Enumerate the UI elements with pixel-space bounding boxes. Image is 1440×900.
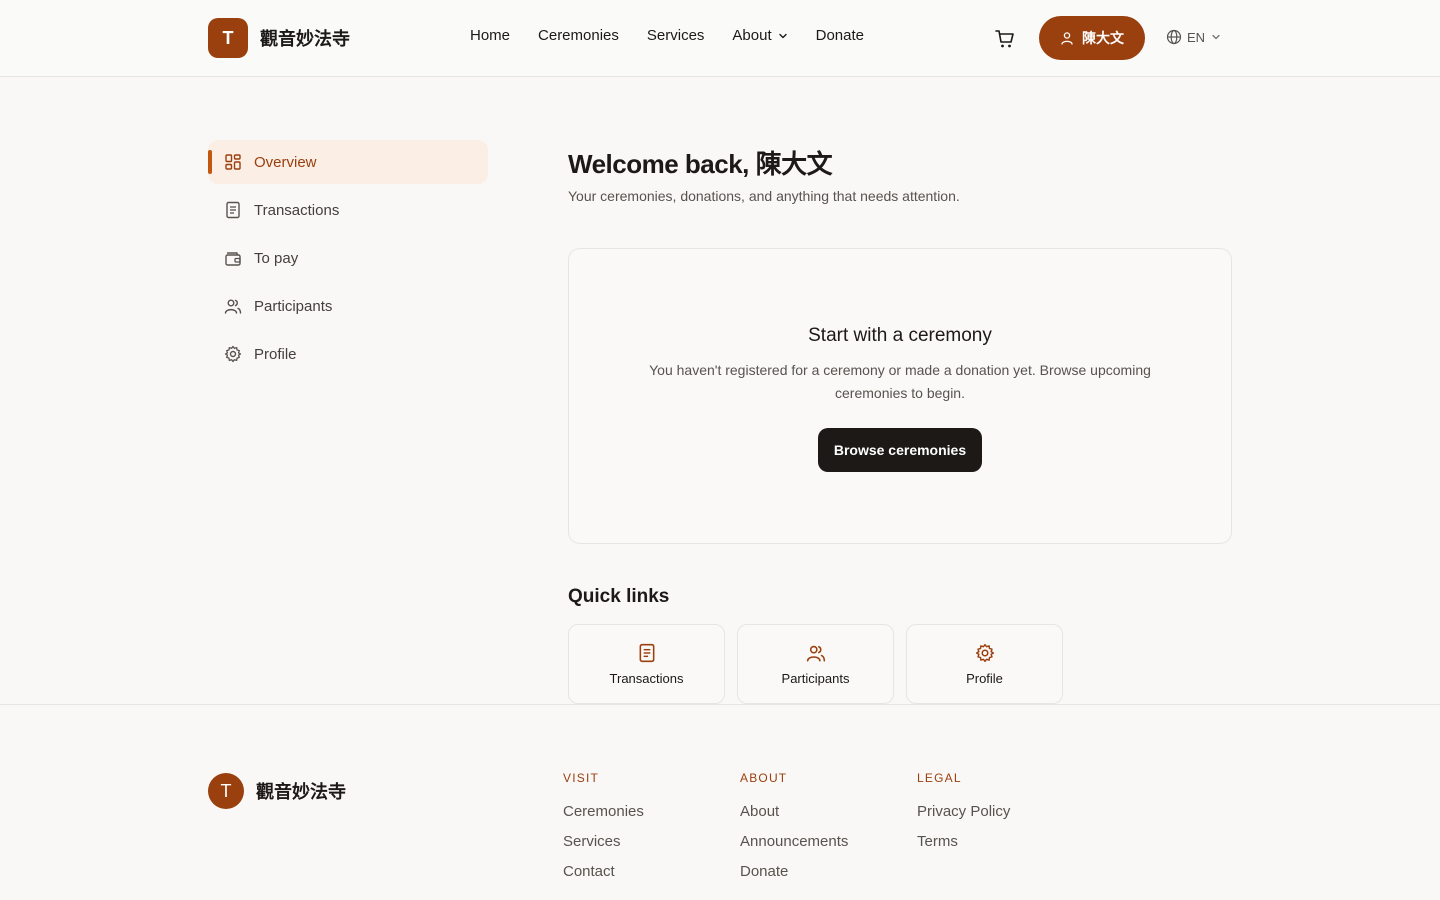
quick-links-grid: Transactions Participants Profile	[568, 624, 1075, 704]
sidebar-item-overview[interactable]: Overview	[208, 140, 488, 184]
brand-logo-link[interactable]: T 觀音妙法寺	[208, 18, 350, 58]
quick-links-title: Quick links	[568, 586, 670, 607]
sidebar-item-label: Transactions	[254, 201, 340, 219]
quick-link-label: Transactions	[609, 670, 684, 686]
user-icon	[1061, 32, 1073, 45]
footer-column-visit: VISIT Ceremonies Services Contact	[563, 771, 644, 893]
footer-link-about[interactable]: About	[740, 803, 848, 820]
sidebar-item-to-pay[interactable]: To pay	[208, 236, 488, 280]
footer-column-about: ABOUT About Announcements Donate	[740, 771, 848, 893]
quick-link-participants[interactable]: Participants	[737, 624, 894, 704]
nav-home[interactable]: Home	[470, 27, 510, 44]
language-switcher[interactable]: EN	[1166, 29, 1221, 45]
empty-state-text: You haven't registered for a ceremony or…	[649, 362, 1151, 401]
footer-column-title: ABOUT	[740, 771, 788, 785]
footer-link-services[interactable]: Services	[563, 833, 644, 850]
chevron-down-icon	[778, 33, 787, 38]
footer-link-terms[interactable]: Terms	[917, 833, 1010, 850]
chevron-down-icon	[1212, 34, 1220, 40]
sidebar-item-label: Overview	[254, 153, 317, 171]
quick-link-profile[interactable]: Profile	[906, 624, 1063, 704]
footer-link-privacy-policy[interactable]: Privacy Policy	[917, 803, 1010, 820]
logo-badge: T	[208, 18, 248, 58]
cart-icon[interactable]	[994, 28, 1016, 50]
receipt-icon	[226, 201, 240, 219]
nav-about-label: About	[732, 27, 772, 44]
user-name: 陳大文	[1082, 30, 1124, 46]
empty-state-title: Start with a ceremony	[808, 325, 992, 346]
nav-about[interactable]: About	[732, 27, 787, 44]
footer-column-title: VISIT	[563, 771, 600, 785]
sidebar-item-label: Participants	[254, 297, 333, 315]
users-icon	[224, 299, 242, 314]
sidebar-item-participants[interactable]: Participants	[208, 284, 488, 328]
user-menu-button[interactable]: 陳大文	[1039, 16, 1145, 60]
nav-ceremonies[interactable]: Ceremonies	[538, 27, 619, 44]
logo-badge: T	[208, 773, 244, 809]
footer-brand-link[interactable]: T 觀音妙法寺	[208, 773, 346, 809]
page-title: Welcome back, 陳大文	[568, 149, 833, 179]
receipt-icon	[639, 643, 654, 662]
users-icon	[806, 645, 825, 662]
globe-icon	[1166, 29, 1182, 45]
footer-link-donate[interactable]: Donate	[740, 863, 848, 880]
sidebar-item-label: To pay	[254, 249, 299, 267]
main-nav: Home Ceremonies Services About Donate	[470, 27, 892, 44]
grid-icon	[225, 154, 241, 170]
nav-donate[interactable]: Donate	[816, 27, 864, 44]
nav-services[interactable]: Services	[647, 27, 705, 44]
brand-name: 觀音妙法寺	[260, 29, 350, 49]
gear-icon	[224, 345, 242, 363]
site-header: T 觀音妙法寺 Home Ceremonies Services About D…	[0, 0, 1440, 77]
sidebar-item-profile[interactable]: Profile	[208, 332, 488, 376]
brand-name: 觀音妙法寺	[256, 782, 346, 802]
wallet-icon	[225, 252, 241, 266]
browse-ceremonies-button[interactable]: Browse ceremonies	[817, 428, 983, 472]
quick-link-label: Profile	[966, 670, 1003, 686]
sidebar-item-transactions[interactable]: Transactions	[208, 188, 488, 232]
language-label: EN	[1187, 29, 1206, 45]
footer-column-legal: LEGAL Privacy Policy Terms	[917, 771, 1010, 863]
page-subtitle: Your ceremonies, donations, and anything…	[568, 188, 960, 204]
footer-link-ceremonies[interactable]: Ceremonies	[563, 803, 644, 820]
site-footer: T 觀音妙法寺 VISIT Ceremonies Services Contac…	[0, 704, 1440, 900]
quick-link-transactions[interactable]: Transactions	[568, 624, 725, 704]
footer-link-announcements[interactable]: Announcements	[740, 833, 848, 850]
quick-link-label: Participants	[781, 670, 850, 686]
empty-state-card: Start with a ceremony You haven't regist…	[568, 248, 1232, 544]
account-sidebar: Overview Transactions To pay Participant…	[208, 140, 488, 380]
gear-icon	[975, 643, 994, 662]
footer-column-title: LEGAL	[917, 771, 962, 785]
sidebar-item-label: Profile	[254, 345, 297, 363]
footer-link-contact[interactable]: Contact	[563, 863, 644, 880]
